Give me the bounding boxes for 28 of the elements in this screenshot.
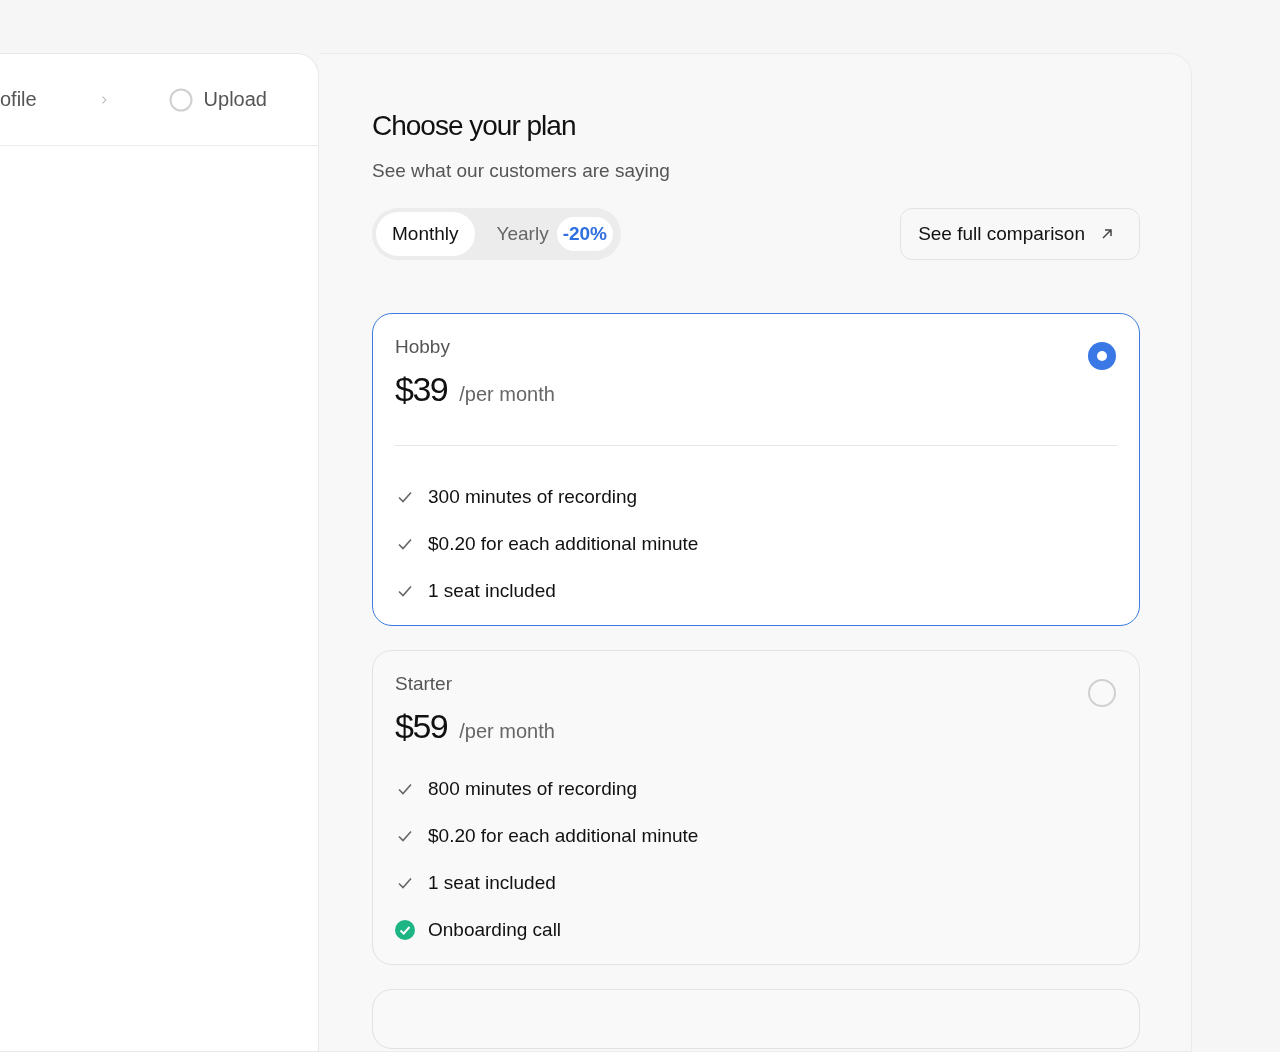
check-circle-icon <box>395 919 415 940</box>
plan-price: $39 <box>395 370 448 409</box>
plan-name: Starter <box>395 673 454 695</box>
feature-text: $0.20 for each additional minute <box>428 824 699 847</box>
billing-option[interactable]: Monthly <box>376 212 475 256</box>
step-item[interactable]: Upload <box>168 87 267 112</box>
feature-text: $0.20 for each additional minute <box>428 532 699 555</box>
billing-option[interactable]: Yearly -20% <box>480 212 617 256</box>
plan-card[interactable]: Starter $59 /per month 800 minutes of recording $0.20 for each additional minute 1 seat included Onboarding call <box>372 650 1140 965</box>
empty-circle-icon <box>168 87 193 112</box>
arrow-up-right-icon <box>1101 228 1113 240</box>
plan-price: $59 <box>395 707 448 746</box>
page-title: Choose your plan <box>372 110 577 142</box>
radio-button[interactable] <box>1087 678 1117 708</box>
feature-text: Onboarding call <box>428 918 562 941</box>
step-item[interactable]: ofile <box>0 88 37 111</box>
comparison-button[interactable]: See full comparison <box>900 208 1140 260</box>
feature-text: 1 seat included <box>428 871 556 894</box>
subtitle: See what our customers are saying <box>372 160 671 182</box>
plan-name: Hobby <box>395 336 451 358</box>
feature-text: 1 seat included <box>428 579 556 602</box>
plan-card[interactable]: Hobby $39 /per month 300 minutes of recording $0.20 for each additional minute 1 seat included <box>372 313 1140 626</box>
price-period: /per month <box>459 720 555 743</box>
radio-button[interactable] <box>1087 341 1117 371</box>
price-period: /per month <box>459 383 555 406</box>
feature-text: 800 minutes of recording <box>428 777 638 800</box>
feature-text: 300 minutes of recording <box>428 485 638 508</box>
discount-badge: -20% <box>556 217 613 251</box>
